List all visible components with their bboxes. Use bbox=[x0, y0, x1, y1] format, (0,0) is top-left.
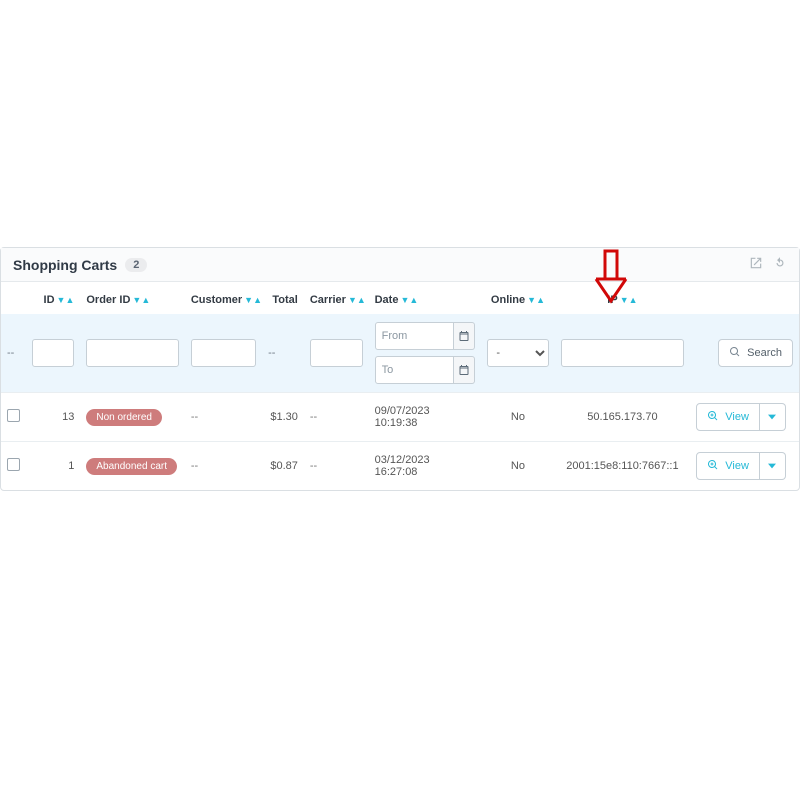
refresh-icon[interactable] bbox=[773, 256, 787, 273]
filter-customer-input[interactable] bbox=[191, 339, 256, 367]
order-status-badge: Abandoned cart bbox=[86, 458, 177, 475]
cell-date: 03/12/2023 16:27:08 bbox=[369, 442, 482, 491]
zoom-icon bbox=[707, 410, 719, 425]
cell-carrier: -- bbox=[304, 442, 369, 491]
col-date[interactable]: Date ▼▲ bbox=[369, 282, 482, 314]
order-status-badge: Non ordered bbox=[86, 409, 162, 426]
cell-total: $0.87 bbox=[262, 442, 304, 491]
filter-dash-checkbox: -- bbox=[1, 314, 26, 393]
view-button-label: View bbox=[725, 460, 749, 472]
col-customer[interactable]: Customer ▼▲ bbox=[185, 282, 262, 314]
filter-date-from-input[interactable] bbox=[375, 322, 454, 350]
search-button[interactable]: Search bbox=[718, 339, 793, 367]
filter-date-to-input[interactable] bbox=[375, 356, 454, 384]
cell-date: 09/07/2023 10:19:38 bbox=[369, 393, 482, 442]
col-ip[interactable]: IP ▼▲ bbox=[555, 282, 691, 314]
calendar-from-button[interactable] bbox=[454, 322, 475, 350]
cell-online: No bbox=[481, 442, 554, 491]
filter-orderid-input[interactable] bbox=[86, 339, 178, 367]
calendar-to-button[interactable] bbox=[454, 356, 475, 384]
col-total: Total bbox=[262, 282, 304, 314]
carts-table: ID ▼▲ Order ID ▼▲ Customer ▼▲ Total Carr… bbox=[1, 282, 799, 490]
cell-ip: 2001:15e8:110:7667::1 bbox=[555, 442, 691, 491]
cell-carrier: -- bbox=[304, 393, 369, 442]
zoom-icon bbox=[707, 459, 719, 474]
filter-online-select[interactable]: - bbox=[487, 339, 548, 367]
col-order-id[interactable]: Order ID ▼▲ bbox=[80, 282, 184, 314]
view-dropdown-toggle[interactable] bbox=[760, 403, 786, 431]
export-icon[interactable] bbox=[749, 256, 763, 273]
filter-id-input[interactable] bbox=[32, 339, 74, 367]
carts-panel: Shopping Carts 2 bbox=[0, 247, 800, 491]
cell-ip: 50.165.173.70 bbox=[555, 393, 691, 442]
cell-customer: -- bbox=[185, 393, 262, 442]
filter-dash-total: -- bbox=[262, 314, 304, 393]
filter-carrier-input[interactable] bbox=[310, 339, 363, 367]
page-title: Shopping Carts bbox=[13, 257, 117, 273]
col-carrier[interactable]: Carrier ▼▲ bbox=[304, 282, 369, 314]
search-button-label: Search bbox=[747, 347, 782, 359]
search-icon bbox=[729, 346, 741, 361]
view-button-label: View bbox=[725, 411, 749, 423]
view-button[interactable]: View bbox=[696, 403, 760, 431]
cell-id: 13 bbox=[26, 393, 80, 442]
filter-ip-input[interactable] bbox=[561, 339, 685, 367]
col-id[interactable]: ID ▼▲ bbox=[26, 282, 80, 314]
table-row[interactable]: 1 Abandoned cart -- $0.87 -- 03/12/2023 … bbox=[1, 442, 799, 491]
panel-header: Shopping Carts 2 bbox=[1, 248, 799, 282]
row-checkbox[interactable] bbox=[7, 409, 20, 422]
cell-customer: -- bbox=[185, 442, 262, 491]
cell-online: No bbox=[481, 393, 554, 442]
col-online[interactable]: Online ▼▲ bbox=[481, 282, 554, 314]
table-row[interactable]: 13 Non ordered -- $1.30 -- 09/07/2023 10… bbox=[1, 393, 799, 442]
row-checkbox[interactable] bbox=[7, 458, 20, 471]
cell-total: $1.30 bbox=[262, 393, 304, 442]
count-badge: 2 bbox=[125, 258, 147, 272]
cell-id: 1 bbox=[26, 442, 80, 491]
view-button[interactable]: View bbox=[696, 452, 760, 480]
view-dropdown-toggle[interactable] bbox=[760, 452, 786, 480]
